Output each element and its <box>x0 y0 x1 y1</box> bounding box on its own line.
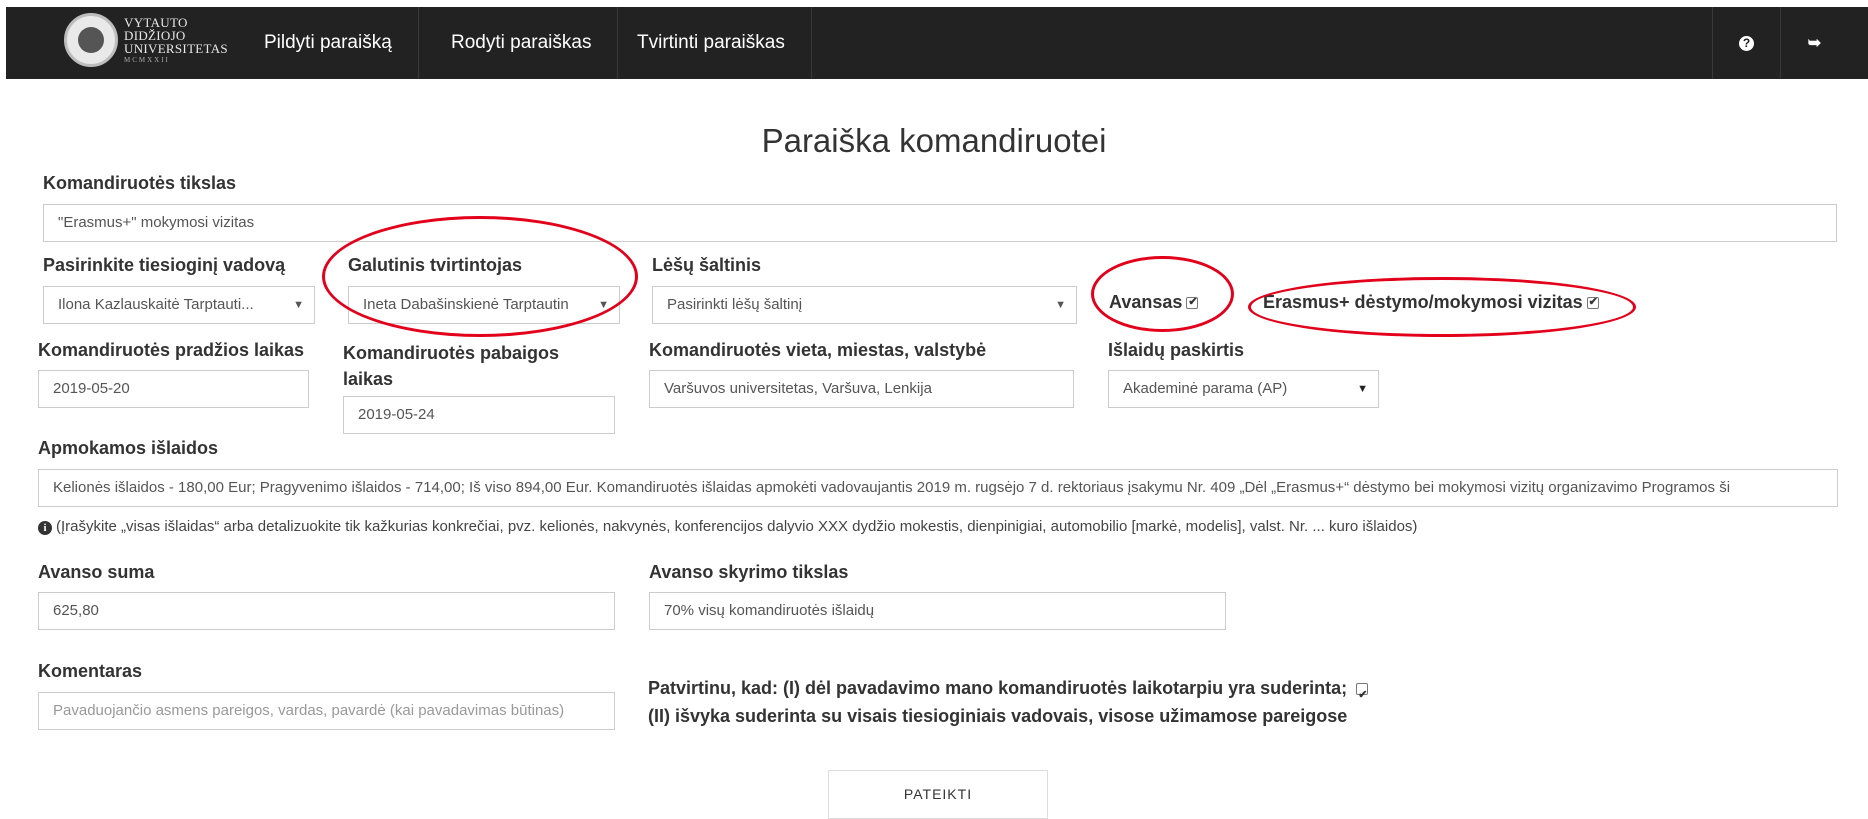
approver-value: Ineta Dabašinskienė Tarptautin <box>363 296 569 313</box>
cost-purpose-label: Išlaidų paskirtis <box>1108 340 1245 360</box>
logout-button[interactable]: ➥ <box>1780 7 1848 79</box>
end-date-label-line-1: Komandiruotės pabaigos <box>343 343 560 363</box>
supervisor-label: Pasirinkite tiesioginį vadovą <box>43 255 286 275</box>
purpose-input[interactable]: "Erasmus+" mokymosi vizitas <box>43 204 1837 242</box>
start-date-input[interactable]: 2019-05-20 <box>38 370 309 408</box>
university-logo[interactable]: VYTAUTO DIDŽIOJO UNIVERSITETAS MCMXXII <box>64 13 228 67</box>
caret-down-icon: ▼ <box>1357 383 1368 395</box>
nav-approve-applications[interactable]: Tvirtinti paraiškas <box>611 7 812 79</box>
top-navbar: VYTAUTO DIDŽIOJO UNIVERSITETAS MCMXXII P… <box>6 7 1868 79</box>
advance-sum-label: Avanso suma <box>38 562 155 582</box>
caret-down-icon: ▼ <box>598 299 609 311</box>
supervisor-select[interactable]: Ilona Kazlauskaitė Tarptauti... ▼ <box>43 286 315 324</box>
advance-label: Avansas <box>1109 292 1183 312</box>
expenses-hint: i (Įrašykite „visas išlaidas“ arba detali… <box>38 518 1417 535</box>
comment-input[interactable]: Pavaduojančio asmens pareigos, vardas, p… <box>38 692 615 730</box>
approver-label: Galutinis tvirtintojas <box>348 255 523 275</box>
place-input[interactable]: Varšuvos universitetas, Varšuva, Lenkija <box>649 370 1074 408</box>
logo-text: VYTAUTO DIDŽIOJO UNIVERSITETAS MCMXXII <box>124 16 228 65</box>
confirmation-group[interactable]: Patvirtinu, kad: (I) dėl pavadavimo mano… <box>648 674 1369 730</box>
logo-line-2: DIDŽIOJO <box>124 27 186 43</box>
confirmation-line-2: (II) išvyka suderinta su visais tiesiogi… <box>648 706 1348 726</box>
erasmus-checkbox[interactable] <box>1586 295 1599 310</box>
funding-select[interactable]: Pasirinkti lėšų šaltinį ▼ <box>652 286 1077 324</box>
advance-checkbox[interactable] <box>1186 295 1199 310</box>
help-button[interactable]: ? <box>1712 7 1780 79</box>
info-circle-icon: i <box>38 521 52 535</box>
nav-fill-application[interactable]: Pildyti paraišką <box>238 7 419 79</box>
supervisor-value: Ilona Kazlauskaitė Tarptauti... <box>58 296 254 313</box>
nav-show-applications[interactable]: Rodyti paraiškas <box>425 7 619 79</box>
logo-line-3: UNIVERSITETAS <box>124 40 228 56</box>
end-date-label-line-2: laikas <box>343 369 394 389</box>
advance-sum-input[interactable]: 625,80 <box>38 592 615 630</box>
funding-value: Pasirinkti lėšų šaltinį <box>667 296 803 313</box>
purpose-label: Komandiruotės tikslas <box>43 173 237 193</box>
end-date-label: Komandiruotės pabaigos laikas <box>343 340 559 392</box>
approver-select[interactable]: Ineta Dabašinskienė Tarptautin ▼ <box>348 286 620 324</box>
expenses-label: Apmokamos išlaidos <box>38 438 219 458</box>
question-circle-icon: ? <box>1739 35 1754 51</box>
end-date-input[interactable]: 2019-05-24 <box>343 396 615 434</box>
place-label: Komandiruotės vieta, miestas, valstybė <box>649 340 987 360</box>
cost-purpose-value: Akademinė parama (AP) <box>1123 380 1288 397</box>
logo-line-1: VYTAUTO <box>124 14 188 30</box>
expenses-input[interactable]: Kelionės išlaidos - 180,00 Eur; Pragyven… <box>38 469 1838 507</box>
confirmation-line-1: Patvirtinu, kad: (I) dėl pavadavimo mano… <box>648 674 1369 709</box>
comment-label: Komentaras <box>38 661 143 681</box>
caret-down-icon: ▼ <box>293 299 304 311</box>
page-title: Paraiška komandiruotei <box>761 122 1107 159</box>
erasmus-label: Erasmus+ dėstymo/mokymosi vizitas <box>1263 292 1583 312</box>
start-date-label: Komandiruotės pradžios laikas <box>38 340 305 360</box>
university-seal-icon <box>64 13 118 67</box>
advance-purpose-label: Avanso skyrimo tikslas <box>649 562 849 582</box>
caret-down-icon: ▼ <box>1055 299 1066 311</box>
hint-text: (Įrašykite „visas išlaidas“ arba detaliz… <box>56 518 1418 535</box>
advance-purpose-input[interactable]: 70% visų komandiruotės išlaidų <box>649 592 1226 630</box>
funding-label: Lėšų šaltinis <box>652 255 762 275</box>
cost-purpose-select[interactable]: Akademinė parama (AP) ▼ <box>1108 370 1379 408</box>
submit-button[interactable]: PATEIKTI <box>828 770 1048 819</box>
logo-line-4: MCMXXII <box>124 55 170 64</box>
advance-checkbox-group[interactable]: Avansas <box>1109 292 1199 313</box>
erasmus-checkbox-group[interactable]: Erasmus+ dėstymo/mokymosi vizitas <box>1263 292 1599 313</box>
confirmation-checkbox[interactable] <box>1356 681 1369 709</box>
sign-out-icon: ➥ <box>1807 35 1822 52</box>
